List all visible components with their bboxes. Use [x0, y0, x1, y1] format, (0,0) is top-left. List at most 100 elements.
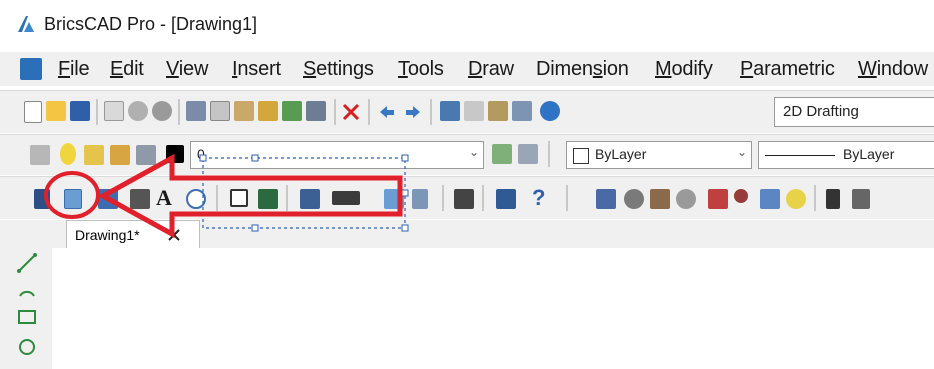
toolbar-separator	[482, 185, 484, 211]
open-file-icon[interactable]	[46, 101, 66, 121]
arrow-icon[interactable]	[384, 189, 404, 209]
chevron-down-icon: ⌄	[468, 145, 479, 159]
toolbar-separator	[566, 185, 568, 211]
workspace-dropdown-value: 2D Drafting	[783, 103, 859, 120]
menu-item[interactable]: Draw	[468, 58, 514, 81]
layer-print-icon[interactable]	[136, 145, 156, 165]
view-icon[interactable]	[64, 189, 82, 209]
menu-item[interactable]: Edit	[110, 58, 144, 81]
help-question-icon[interactable]: ?	[532, 185, 545, 211]
field-icon[interactable]	[332, 191, 360, 205]
print-preview-icon[interactable]	[128, 101, 148, 121]
layer-freeze-icon[interactable]	[84, 145, 104, 165]
panel-icon[interactable]	[496, 189, 516, 209]
sun-icon[interactable]	[676, 189, 696, 209]
undo-icon[interactable]	[376, 101, 398, 123]
window-icon[interactable]	[230, 189, 248, 207]
arc-icon[interactable]	[16, 278, 38, 300]
book-icon[interactable]	[34, 189, 50, 209]
toolbar-tool-icon[interactable]	[130, 189, 150, 209]
line-icon[interactable]	[16, 252, 38, 274]
layer-lock-icon[interactable]	[110, 145, 130, 165]
tab-drawing1[interactable]: Drawing1*	[66, 220, 200, 249]
layers-toolbar: 0 ⌄ ByLayer ⌄ ByLayer	[0, 134, 934, 175]
title-bar: BricsCAD Pro - [Drawing1]	[0, 0, 934, 44]
properties-icon[interactable]	[440, 101, 460, 121]
table-icon[interactable]	[300, 189, 320, 209]
window-title: BricsCAD Pro - [Drawing1]	[44, 14, 258, 34]
menu-item[interactable]: Tools	[398, 58, 444, 81]
linetype-dropdown[interactable]: ByLayer	[758, 141, 934, 169]
menu-item[interactable]: Parametric	[740, 58, 835, 81]
bricscad-logo-icon	[18, 16, 34, 32]
linetype-sample	[765, 155, 835, 156]
color-swatch	[573, 148, 589, 164]
paste-icon[interactable]	[234, 101, 254, 121]
layout-icon[interactable]	[760, 189, 780, 209]
toolbar-separator	[548, 141, 550, 167]
toolbar-separator	[96, 99, 98, 125]
menu-item[interactable]: Modify	[655, 58, 713, 81]
light-icon[interactable]	[650, 189, 670, 209]
text-icon[interactable]: A	[156, 185, 172, 211]
drawing-tab-strip: Drawing1*	[0, 220, 934, 249]
brush-icon[interactable]	[282, 101, 302, 121]
toolbar-separator	[216, 185, 218, 211]
pin-icon[interactable]	[826, 189, 840, 209]
cut-icon[interactable]	[186, 101, 206, 121]
menu-item[interactable]: File	[58, 58, 90, 81]
help-icon[interactable]	[540, 101, 560, 121]
dimension-icon[interactable]	[98, 189, 118, 209]
menu-item[interactable]: Dimension	[536, 58, 629, 81]
make-current-layer-icon[interactable]	[492, 144, 512, 164]
color-dropdown[interactable]: ByLayer ⌄	[566, 141, 752, 169]
close-icon[interactable]	[167, 228, 181, 242]
publish-icon[interactable]	[152, 101, 172, 121]
info-icon[interactable]	[186, 189, 206, 209]
explorer-icon[interactable]	[512, 101, 532, 121]
layer-previous-icon[interactable]	[518, 144, 538, 164]
image-icon[interactable]	[258, 189, 278, 209]
layer-on-bulb-icon[interactable]	[60, 143, 76, 165]
eraser-icon[interactable]	[464, 101, 484, 121]
render-icon[interactable]	[596, 189, 616, 209]
drawing-canvas[interactable]	[52, 248, 934, 369]
toolbar-separator	[368, 99, 370, 125]
workspace-dropdown[interactable]: 2D Drafting	[774, 97, 934, 127]
circle-icon[interactable]	[16, 336, 38, 358]
tools-toolbar: A ?	[0, 176, 934, 219]
snap-icon[interactable]	[786, 189, 806, 209]
node-icon[interactable]	[734, 189, 748, 203]
delete-icon[interactable]	[340, 101, 362, 123]
block-icon[interactable]	[488, 101, 508, 121]
menu-bar: File Edit View Insert Settings Tools Draw Dimen…	[0, 52, 934, 86]
toolbar-separator	[430, 99, 432, 125]
insert-icon[interactable]	[412, 189, 428, 209]
document-menu-icon[interactable]	[20, 58, 42, 80]
ruler-icon[interactable]	[852, 189, 870, 209]
toolbar-separator	[334, 99, 336, 125]
match-properties-icon[interactable]	[258, 101, 278, 121]
menu-item[interactable]: View	[166, 58, 208, 81]
material-icon[interactable]	[624, 189, 644, 209]
settings-icon[interactable]	[454, 189, 474, 209]
redo-icon[interactable]	[402, 101, 424, 123]
toolbar-separator	[814, 185, 816, 211]
layer-color-swatch[interactable]	[166, 145, 184, 163]
save-icon[interactable]	[70, 101, 90, 121]
linetype-dropdown-value: ByLayer	[843, 146, 895, 162]
layer-dropdown-value: 0	[197, 146, 205, 162]
menu-item[interactable]: Window	[858, 58, 928, 81]
layer-dropdown[interactable]: 0 ⌄	[190, 141, 484, 169]
menu-item[interactable]: Insert	[232, 58, 281, 81]
layer-manager-icon[interactable]	[30, 145, 50, 165]
rectangle-icon[interactable]	[16, 306, 38, 328]
point-icon[interactable]	[708, 189, 728, 209]
color-dropdown-value: ByLayer	[595, 146, 647, 162]
print-icon[interactable]	[104, 101, 124, 121]
tab-drawing1-label: Drawing1*	[75, 227, 140, 243]
menu-item[interactable]: Settings	[303, 58, 374, 81]
copy-icon[interactable]	[210, 101, 230, 121]
tool-palette-icon[interactable]	[306, 101, 326, 121]
new-file-icon[interactable]	[24, 101, 42, 123]
